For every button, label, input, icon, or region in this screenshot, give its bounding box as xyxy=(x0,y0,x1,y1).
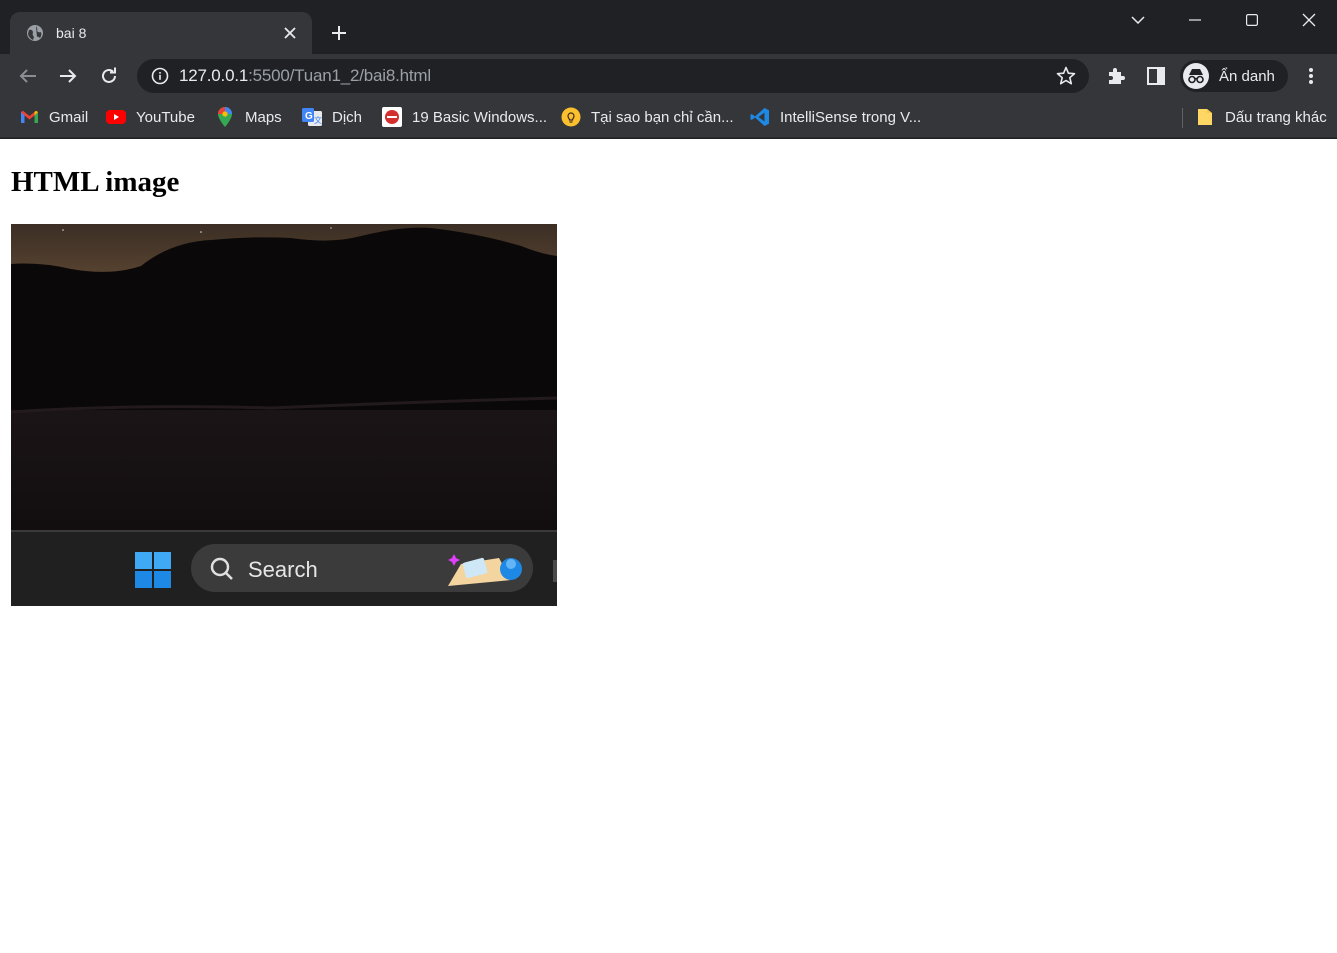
minimize-button[interactable] xyxy=(1181,6,1209,34)
tab-bai8[interactable]: bai 8 xyxy=(10,12,312,54)
bookmark-windows-article[interactable]: 19 Basic Windows... xyxy=(382,106,547,128)
bookmark-label: IntelliSense trong V... xyxy=(780,108,922,126)
tab-title: bai 8 xyxy=(56,25,87,41)
page-image: Search xyxy=(11,224,557,606)
incognito-profile-button[interactable]: Ẩn danh xyxy=(1180,60,1288,92)
svg-text:G: G xyxy=(305,111,313,122)
bookmark-gmail[interactable]: Gmail xyxy=(19,106,88,128)
url-host: 127.0.0.1 xyxy=(179,66,249,85)
new-tab-button[interactable] xyxy=(326,20,352,46)
translate-icon: G文 xyxy=(302,107,322,127)
bookmark-label: 19 Basic Windows... xyxy=(412,108,548,126)
url-text[interactable]: 127.0.0.1:5500/Tuan1_2/bai8.html xyxy=(179,66,1055,86)
menu-kebab-icon[interactable] xyxy=(1297,62,1325,90)
globe-icon xyxy=(26,24,44,42)
youtube-icon xyxy=(106,107,126,127)
bookmark-label: Gmail xyxy=(49,108,89,126)
bookmark-tai-sao[interactable]: Tại sao bạn chỉ cần... xyxy=(561,106,734,128)
extensions-icon[interactable] xyxy=(1102,62,1130,90)
bookmark-label: Tại sao bạn chỉ cần... xyxy=(591,108,734,126)
close-icon[interactable] xyxy=(280,23,300,43)
site-icon xyxy=(382,107,402,127)
reload-button[interactable] xyxy=(95,62,123,90)
taskbar-search-label: Search xyxy=(248,557,318,582)
page-heading: HTML image xyxy=(11,166,180,198)
tab-strip: bai 8 xyxy=(0,0,1337,54)
bookmark-star-icon[interactable] xyxy=(1055,65,1077,87)
bookmark-label: Dấu trang khác xyxy=(1225,108,1327,126)
side-panel-icon[interactable] xyxy=(1142,62,1170,90)
folder-icon xyxy=(1195,107,1215,127)
maps-icon xyxy=(215,107,235,127)
address-bar[interactable]: 127.0.0.1:5500/Tuan1_2/bai8.html xyxy=(137,59,1089,93)
gmail-icon xyxy=(19,107,39,127)
vscode-icon xyxy=(750,107,770,127)
bookmark-intellisense[interactable]: IntelliSense trong V... xyxy=(750,106,921,128)
svg-text:文: 文 xyxy=(314,115,322,125)
back-button[interactable] xyxy=(14,62,42,90)
forward-button[interactable] xyxy=(54,62,82,90)
bookmark-label: Maps xyxy=(245,108,282,126)
bookmark-label: YouTube xyxy=(136,108,195,126)
bookmark-label: Dịch xyxy=(332,108,363,126)
toolbar: 127.0.0.1:5500/Tuan1_2/bai8.html Ẩn danh xyxy=(0,54,1337,98)
profile-label: Ẩn danh xyxy=(1219,67,1275,85)
bookmark-youtube[interactable]: YouTube xyxy=(106,106,195,128)
bookmark-other-folder[interactable]: Dấu trang khác xyxy=(1195,106,1327,128)
close-window-button[interactable] xyxy=(1295,6,1323,34)
bookmarks-separator xyxy=(1182,108,1183,128)
url-path: :5500/Tuan1_2/bai8.html xyxy=(248,66,431,85)
bookmarks-bar: Gmail YouTube Maps G文 Dịch 19 Basic Wind… xyxy=(0,98,1337,138)
lightbulb-icon xyxy=(561,107,581,127)
bookmark-maps[interactable]: Maps xyxy=(215,106,282,128)
incognito-icon xyxy=(1183,63,1209,89)
maximize-button[interactable] xyxy=(1238,6,1266,34)
bookmark-translate[interactable]: G文 Dịch xyxy=(302,106,362,128)
page-viewport: HTML image Search xyxy=(0,139,1337,953)
tab-search-chevron-icon[interactable] xyxy=(1124,6,1152,34)
site-info-icon[interactable] xyxy=(151,67,169,85)
